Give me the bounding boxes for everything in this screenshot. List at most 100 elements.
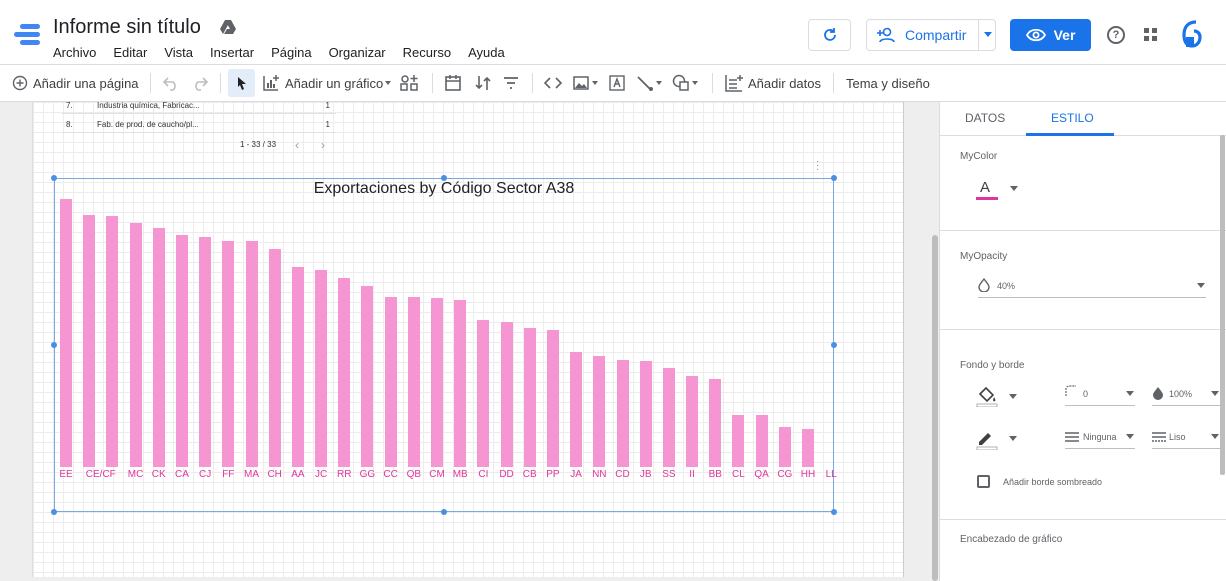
border-weight-value[interactable]: Ninguna [1083,432,1117,442]
panel-scrollbar[interactable] [1220,135,1225,475]
sort-control-button[interactable] [474,65,492,101]
view-button[interactable]: Ver [1010,19,1091,51]
shadow-border-checkbox[interactable] [977,475,990,488]
bar[interactable] [778,426,791,467]
chevron-down-icon[interactable] [1197,283,1205,288]
add-control-button[interactable] [400,65,418,101]
help-icon[interactable]: ? [1107,26,1125,44]
resize-handle[interactable] [831,342,837,348]
menu-insertar[interactable]: Insertar [210,45,254,60]
bar[interactable] [755,414,768,467]
add-data-button[interactable]: Añadir datos [724,65,821,101]
bar[interactable] [222,240,235,467]
add-person-icon [877,27,895,43]
bar[interactable] [593,355,606,467]
menu-recurso[interactable]: Recurso [403,45,451,60]
resize-handle[interactable] [51,342,57,348]
drive-icon[interactable] [220,20,236,34]
bar[interactable] [500,322,513,467]
pencil-icon[interactable] [976,428,998,450]
bar[interactable] [407,296,420,467]
bar[interactable] [616,359,629,467]
bar[interactable] [802,429,814,467]
share-dropdown-icon[interactable] [984,32,992,37]
bar[interactable] [291,267,304,467]
chevron-down-icon[interactable] [1010,186,1018,191]
bar[interactable] [431,298,443,467]
menu-archivo[interactable]: Archivo [53,45,96,60]
bar[interactable] [662,367,675,467]
embed-url-button[interactable] [543,65,563,101]
bar[interactable] [361,286,374,467]
image-button[interactable] [572,65,598,101]
bar[interactable] [639,361,652,467]
more-options-icon[interactable]: · · · [816,157,819,175]
tab-estilo[interactable]: ESTILO [1051,111,1094,125]
bar[interactable] [686,375,699,467]
looker-studio-logo-icon[interactable] [14,24,40,46]
bar[interactable] [338,278,351,467]
bar[interactable] [570,351,583,467]
bar[interactable] [129,223,142,467]
menu-pagina[interactable]: Página [271,45,311,60]
bar[interactable] [268,248,281,467]
border-radius-value[interactable]: 0 [1083,389,1088,399]
resize-handle[interactable] [51,509,57,515]
resize-handle[interactable] [441,509,447,515]
panel-tabs: DATOS ESTILO [940,102,1226,136]
resize-handle[interactable] [831,509,837,515]
menu-editar[interactable]: Editar [113,45,147,60]
line-button[interactable] [636,65,662,101]
opacity-value[interactable]: 40% [997,281,1015,291]
chevron-down-icon[interactable] [1211,391,1219,396]
x-tick-label: CJ [199,469,212,480]
menu-ayuda[interactable]: Ayuda [468,45,505,60]
bar[interactable] [152,228,165,467]
bar[interactable] [454,299,467,467]
bar[interactable] [732,414,745,467]
menu-bar: Archivo Editar Vista Insertar Página Org… [53,45,522,60]
filter-button[interactable] [502,65,520,101]
bar[interactable] [60,199,72,467]
font-color-picker[interactable]: A [976,179,1000,200]
bar[interactable] [709,378,722,467]
canvas-scrollbar[interactable] [932,235,938,581]
tab-datos[interactable]: DATOS [965,111,1005,125]
report-title[interactable]: Informe sin título [53,16,201,39]
chevron-down-icon[interactable] [1009,436,1017,441]
chevron-down-icon[interactable] [1009,394,1017,399]
theme-layout-button[interactable]: Tema y diseño [846,65,930,101]
background-opacity-value[interactable]: 100% [1169,389,1192,399]
account-avatar-icon[interactable] [1182,20,1202,48]
pager-prev-icon[interactable]: ‹ [295,138,299,152]
redo-icon [195,77,209,91]
chevron-down-icon[interactable] [1211,434,1219,439]
text-box-button[interactable] [608,65,626,101]
undo-icon [162,77,176,91]
menu-vista[interactable]: Vista [164,45,193,60]
share-button[interactable]: Compartir [866,19,996,51]
bar[interactable] [384,296,397,467]
bar[interactable] [106,216,119,467]
fill-bucket-icon[interactable] [976,385,998,407]
bar[interactable] [315,270,328,467]
bar[interactable] [546,330,559,467]
x-tick-label: SS [662,469,676,480]
border-style-value[interactable]: Liso [1169,432,1186,442]
refresh-icon [823,28,836,41]
select-tool-button[interactable] [228,69,255,97]
bar[interactable] [245,240,258,467]
date-range-button[interactable] [444,65,462,101]
apps-grid-icon[interactable] [1144,28,1158,42]
chevron-down-icon[interactable] [1126,391,1134,396]
refresh-button[interactable] [808,19,851,51]
bar[interactable] [477,319,490,467]
bar[interactable] [523,327,536,467]
bar[interactable] [175,235,188,467]
pager-next-icon[interactable]: › [321,138,325,152]
chevron-down-icon[interactable] [1126,434,1134,439]
bar[interactable] [83,215,96,467]
shape-button[interactable] [672,65,698,101]
menu-organizar[interactable]: Organizar [329,45,386,60]
bar[interactable] [199,236,212,467]
